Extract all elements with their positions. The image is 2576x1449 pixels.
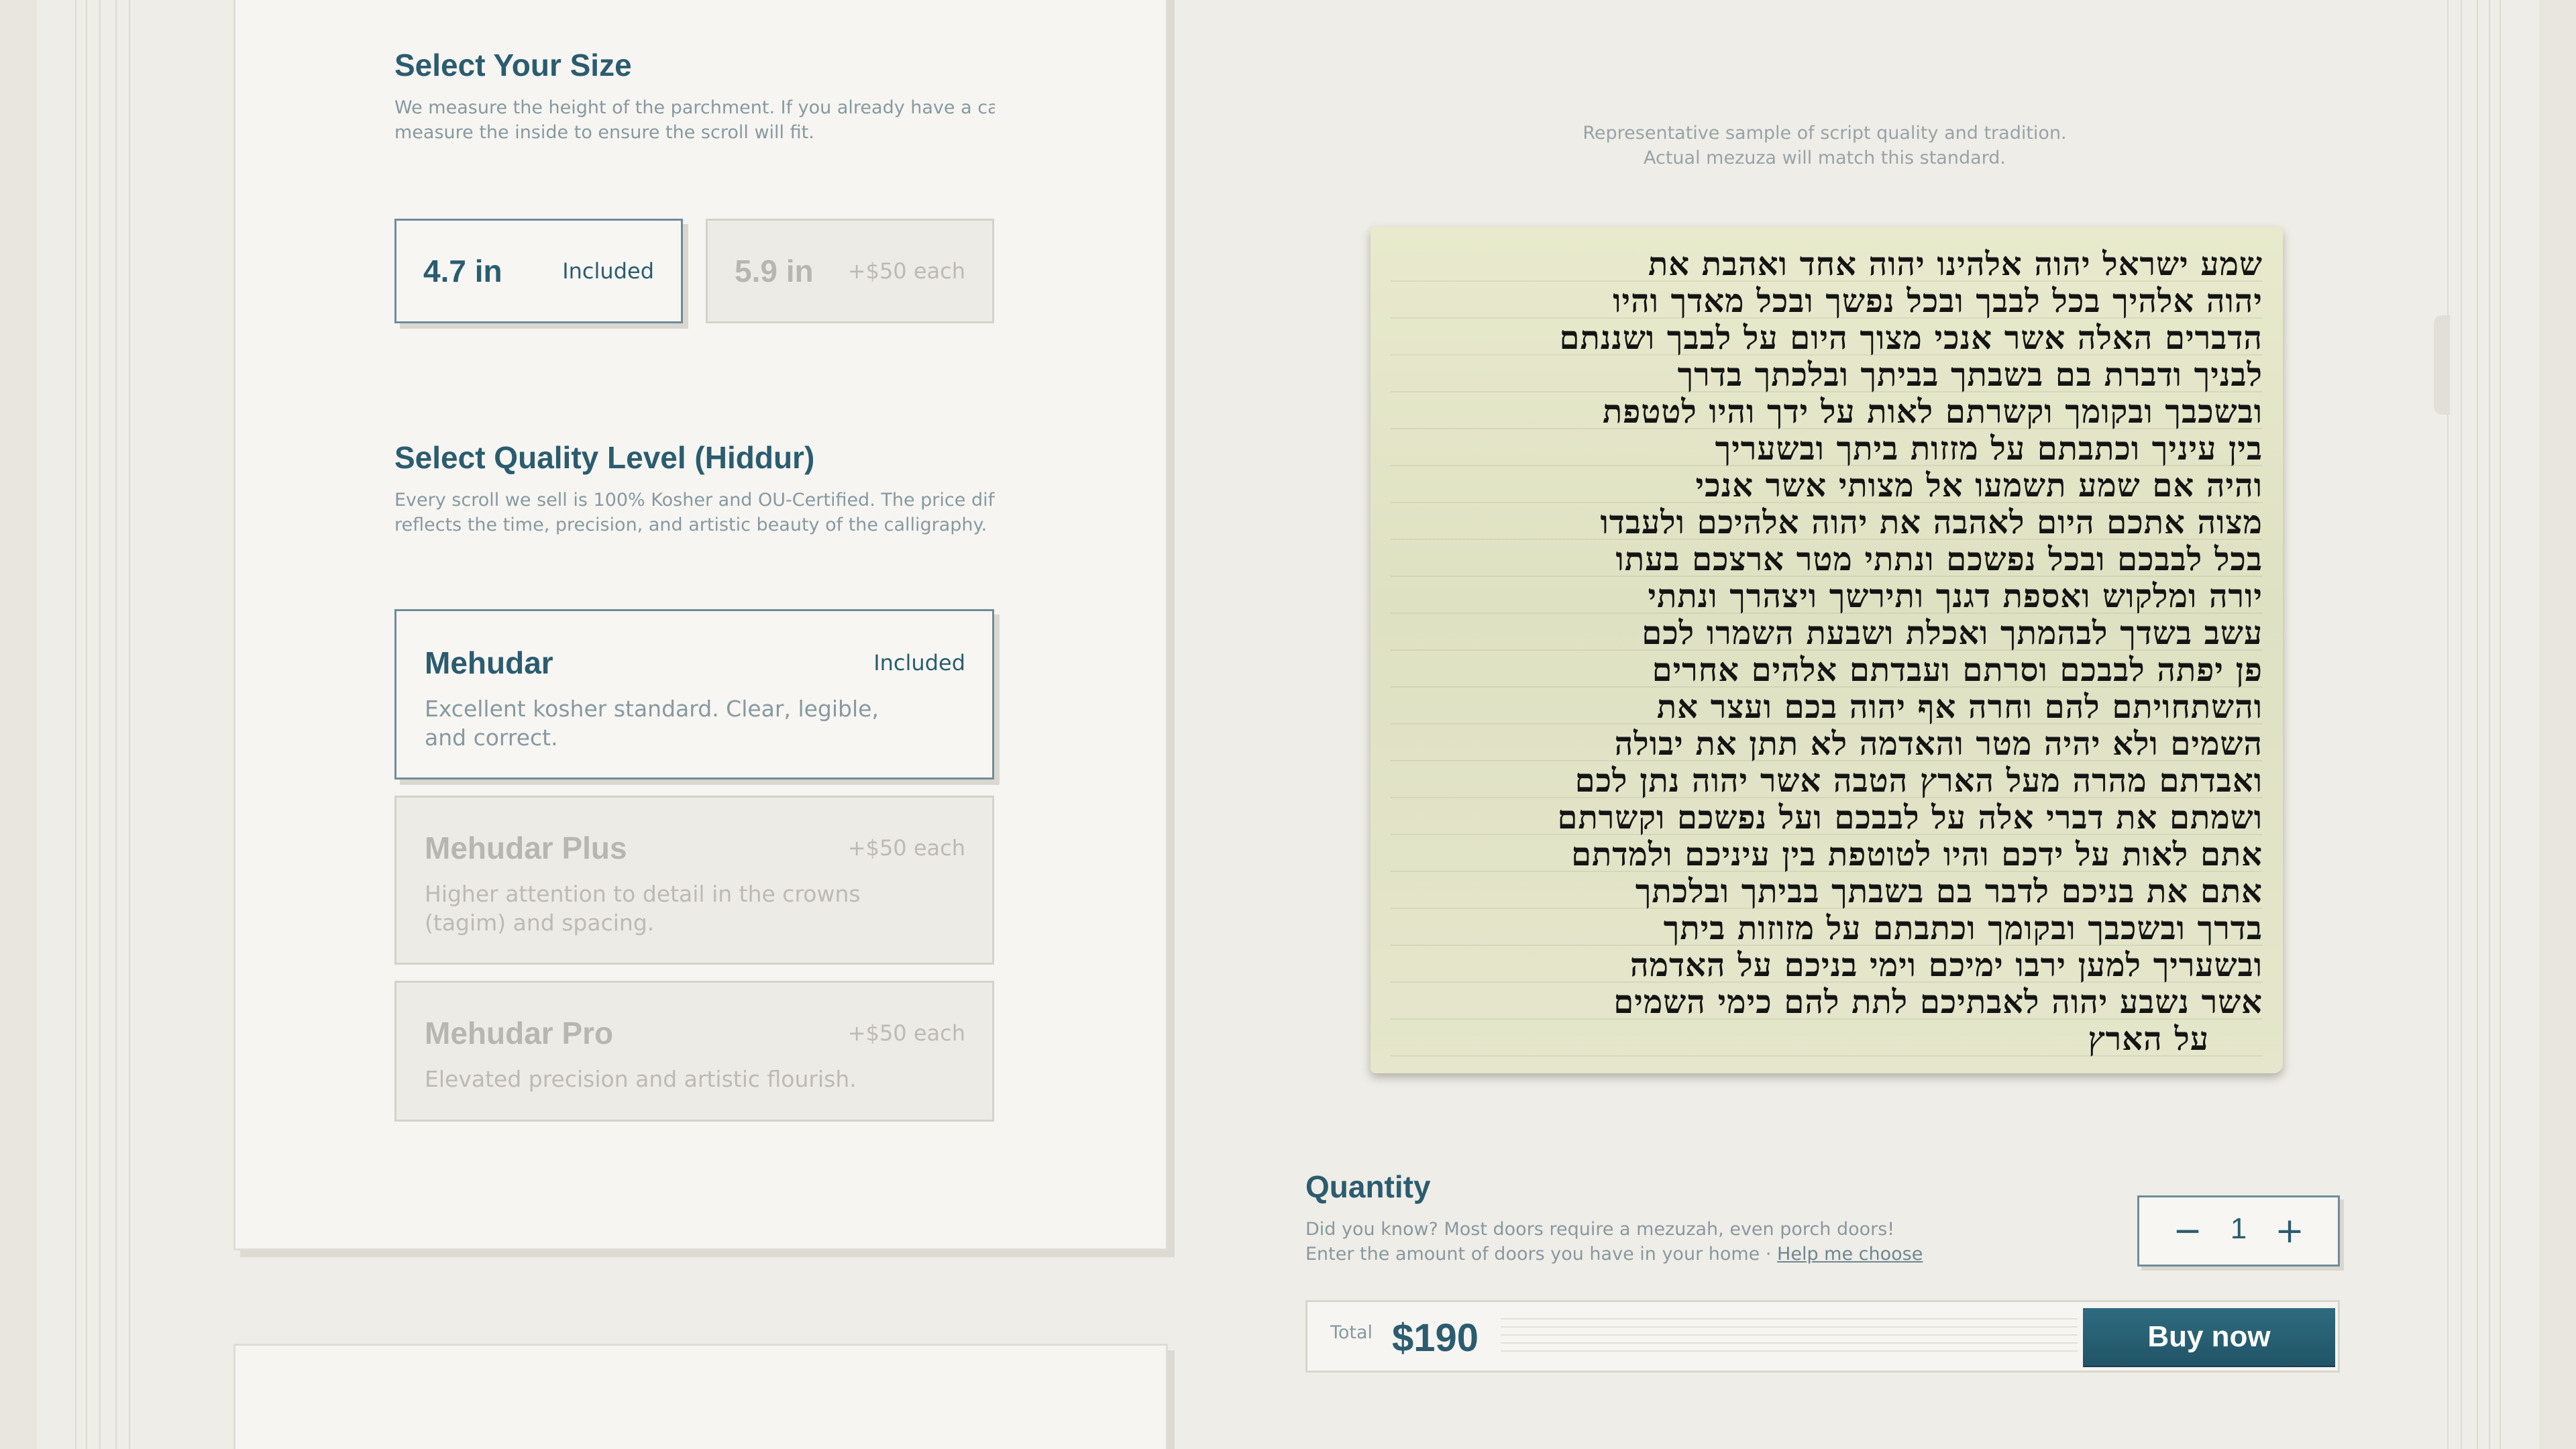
scroll-text-line: והיה אם שמע תשמעו אל מצותי אשר אנכי bbox=[1695, 468, 2263, 503]
quality-option-desc-line: Excellent kosher standard. Clear, legibl… bbox=[425, 696, 879, 722]
size-section-title: Select Your Size bbox=[394, 48, 632, 83]
size-option-price: +$50 each bbox=[847, 258, 965, 284]
product-page: Select Your Size We measure the height o… bbox=[0, 0, 2576, 1449]
scroll-text-line: ובשכבך ובקומך וקשרתם לאות על ידך והיו לט… bbox=[1603, 394, 2263, 429]
total-value: $190 bbox=[1392, 1316, 1479, 1360]
quality-option-desc-line: and correct. bbox=[425, 724, 558, 751]
scroll-text-line: יורה ומלקוש ואספת דגנך ותירשך ויצהרך ונת… bbox=[1648, 579, 2263, 614]
scroll-text-line: אשר נשבע יהוה לאבתיכם לתת להם כימי השמים bbox=[1613, 985, 2263, 1020]
rail-line bbox=[115, 0, 117, 1449]
scroll-text-line: ובשעריך למען ירבו ימיכם וימי בניכם על הא… bbox=[1629, 948, 2263, 983]
checkout-bar: Total $190 Buy now bbox=[1305, 1300, 2340, 1373]
quality-option-mehudar-plus[interactable]: Mehudar Plus +$50 each Higher attention … bbox=[394, 796, 994, 965]
quality-option-mehudar[interactable]: Mehudar Included Excellent kosher standa… bbox=[394, 609, 994, 780]
quality-option-mehudar-pro[interactable]: Mehudar Pro +$50 each Elevated precision… bbox=[394, 981, 994, 1122]
scroll-text-line: לבניך ודברת בם בשבתך בביתך ובלכתך בדרך bbox=[1677, 358, 2263, 392]
size-option-label: 4.7 in bbox=[423, 254, 502, 288]
preview-caption: Representative sample of script quality … bbox=[1476, 121, 2174, 170]
rail-line bbox=[2489, 0, 2490, 1449]
help-me-choose-link[interactable]: Help me choose bbox=[1777, 1244, 1923, 1265]
size-option-4-7[interactable]: 4.7 in Included bbox=[394, 219, 683, 323]
quantity-stepper[interactable]: − 1 + bbox=[2137, 1195, 2340, 1267]
quality-option-desc: Higher attention to detail in the crowns… bbox=[425, 879, 881, 937]
left-margin bbox=[0, 0, 37, 1449]
size-option-5-9[interactable]: 5.9 in +$50 each bbox=[706, 219, 994, 323]
rail-line bbox=[2500, 0, 2501, 1449]
scroll-text-line: בכל לבבכם ובכל נפשכם ונתתי מטר ארצכם בעת… bbox=[1615, 542, 2263, 577]
decorative-lines bbox=[1501, 1318, 2078, 1358]
quality-option-desc: Elevated precision and artistic flourish… bbox=[425, 1065, 881, 1093]
next-card bbox=[233, 1344, 1168, 1449]
total-label: Total bbox=[1330, 1322, 1373, 1343]
scroll-text-line: ואבדתם מהרה מעל הארץ הטבה אשר יהוה נתן ל… bbox=[1574, 763, 2263, 798]
scroll-text-line: אתם לאות על ידכם והיו לטוטפת בין עיניכם … bbox=[1571, 837, 2263, 872]
quantity-title: Quantity bbox=[1305, 1169, 1431, 1204]
scroll-text-line: בדרך ובשכבך ובקומך וכתבתם על מזוזות ביתך bbox=[1663, 911, 2263, 946]
preview-caption-line: Representative sample of script quality … bbox=[1582, 123, 2067, 144]
parchment: שמע ישראל יהוה אלהינו יהוה אחד ואהבת את י… bbox=[1371, 227, 2283, 1073]
quality-option-name: Mehudar bbox=[425, 645, 553, 680]
scroll-text-line: שמע ישראל יהוה אלהינו יהוה אחד ואהבת את bbox=[1648, 247, 2263, 282]
quantity-desc: Did you know? Most doors require a mezuz… bbox=[1305, 1217, 1923, 1267]
quality-section-title: Select Quality Level (Hiddur) bbox=[394, 440, 815, 475]
preview-caption-line: Actual mezuza will match this standard. bbox=[1644, 148, 2006, 168]
quality-option-name: Mehudar Pro bbox=[425, 1016, 614, 1051]
quality-option-desc-line: Elevated precision and artistic flourish… bbox=[425, 1066, 857, 1092]
scroll-text-line: על הארץ bbox=[2088, 1022, 2209, 1057]
quality-section-desc: Every scroll we sell is 100% Kosher and … bbox=[394, 488, 995, 537]
quality-option-price: +$50 each bbox=[847, 1020, 965, 1046]
mezuzah-scroll-image: שמע ישראל יהוה אלהינו יהוה אחד ואהבת את י… bbox=[1360, 221, 2286, 1087]
quality-option-desc-line: (tagim) and spacing. bbox=[425, 910, 655, 936]
scroll-text-line: יהוה אלהיך בכל לבבך ובכל נפשך ובכל מאדך … bbox=[1613, 284, 2263, 319]
rail-line bbox=[75, 0, 76, 1449]
size-section-desc: We measure the height of the parchment. … bbox=[394, 95, 995, 145]
size-desc-line: measure the inside to ensure the scroll … bbox=[394, 122, 814, 143]
quality-option-price: Included bbox=[873, 650, 965, 676]
scroll-text-line: בין עיניך וכתבתם על מזזות ביתך ובשעריך bbox=[1715, 431, 2263, 466]
scroll-text-line: אתם את בניכם לדבר בם בשבתך בביתך ובלכתך bbox=[1635, 874, 2263, 909]
size-option-label: 5.9 in bbox=[735, 254, 814, 288]
rail-line bbox=[2461, 0, 2462, 1449]
scroll-text-line: הדברים האלה אשר אנכי מצוך היום על לבבך ו… bbox=[1559, 321, 2263, 356]
scroll-text-line: והשתחויתם להם וחרה אף יהוה בכם ועצר את bbox=[1656, 690, 2263, 724]
scroll-text-line: ושמתם את דברי אלה על לבבכם ועל נפשכם וקש… bbox=[1557, 800, 2263, 835]
scroll-text-line: פן יפתה לבבכם וסרתם ועבדתם אלהים אחרים bbox=[1652, 653, 2263, 688]
rail-line bbox=[99, 0, 101, 1449]
scroll-text-line: השמים ולא יהיה מטר והאדמה לא תתן את יבול… bbox=[1614, 727, 2263, 761]
quality-desc-line: reflects the time, precision, and artist… bbox=[394, 515, 987, 535]
quality-option-desc-line: Higher attention to detail in the crowns bbox=[425, 881, 861, 907]
right-margin bbox=[2539, 0, 2576, 1449]
plus-icon[interactable]: + bbox=[2268, 1210, 2311, 1252]
scroll-text-line: עשב בשדך לבהמתך ואכלת ושבעת השמרו לכם bbox=[1642, 616, 2263, 651]
size-desc-line: We measure the height of the parchment. … bbox=[394, 97, 995, 118]
quantity-desc-text: Enter the amount of doors you have in yo… bbox=[1305, 1244, 1778, 1265]
rail-line bbox=[86, 0, 87, 1449]
quality-option-name: Mehudar Plus bbox=[425, 830, 627, 865]
quantity-desc-line: Did you know? Most doors require a mezuz… bbox=[1305, 1219, 1895, 1240]
side-tab[interactable] bbox=[2434, 315, 2450, 415]
scroll-text-line: מצוה אתכם היום לאהבה את יהוה אלהיכם ולעב… bbox=[1600, 505, 2263, 540]
rail-line bbox=[2447, 0, 2449, 1449]
quality-option-price: +$50 each bbox=[847, 835, 965, 861]
rail-line bbox=[2477, 0, 2478, 1449]
rail-line bbox=[129, 0, 130, 1449]
quantity-desc-line: Enter the amount of doors you have in yo… bbox=[1305, 1242, 1923, 1267]
quality-desc-line: Every scroll we sell is 100% Kosher and … bbox=[394, 490, 995, 511]
buy-now-button[interactable]: Buy now bbox=[2083, 1308, 2335, 1366]
size-option-price: Included bbox=[562, 258, 654, 284]
quality-option-desc: Excellent kosher standard. Clear, legibl… bbox=[425, 694, 881, 752]
